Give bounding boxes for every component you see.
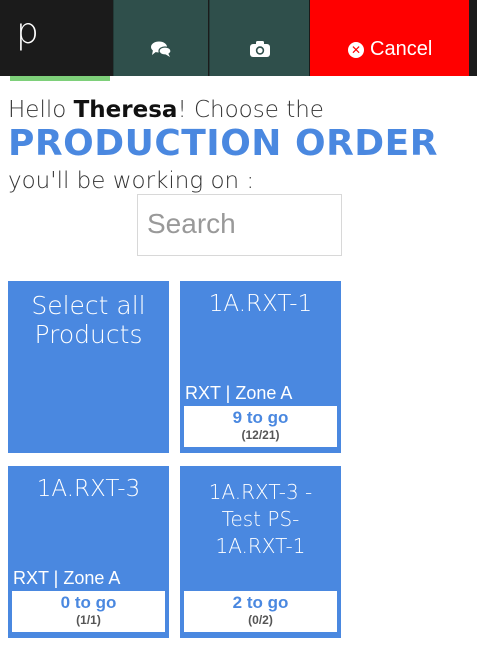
order-togo: 0 to go xyxy=(60,593,117,612)
order-status: 0 to go (1/1) xyxy=(12,591,165,632)
order-card[interactable]: 1A.RXT-3 - Test PS-1A.RXT-1 2 to go (0/2… xyxy=(180,466,341,638)
order-title: 1A.RXT-3 - Test PS-1A.RXT-1 xyxy=(208,480,313,558)
search-input[interactable]: Search xyxy=(137,194,342,256)
order-zone: RXT | Zone A xyxy=(185,383,293,403)
order-count: (1/1) xyxy=(76,613,101,627)
progress-accent xyxy=(10,76,110,81)
order-togo: 2 to go xyxy=(232,593,289,612)
order-card[interactable]: 1A.RXT-1 RXT | Zone A 9 to go (12/21) xyxy=(180,281,341,453)
production-order-heading: PRODUCTION ORDER xyxy=(8,123,438,164)
order-card-select-all[interactable]: Select all Products xyxy=(8,281,169,453)
camera-button[interactable] xyxy=(209,0,309,76)
order-card[interactable]: 1A.RXT-3 RXT | Zone A 0 to go (1/1) xyxy=(8,466,169,638)
x-circle-icon: ✕ xyxy=(348,41,364,58)
order-title: 1A.RXT-3 xyxy=(36,476,141,502)
user-name: Theresa xyxy=(73,97,178,123)
intro-text: Hello Theresa! Choose the PRODUCTION ORD… xyxy=(8,94,473,198)
order-title: Select all Products xyxy=(31,291,146,349)
order-status: 9 to go (12/21) xyxy=(184,406,337,447)
prompt-text: ! Choose the xyxy=(177,97,324,123)
order-count: (12/21) xyxy=(241,428,280,442)
prompt-suffix: you'll be working on : xyxy=(8,168,255,194)
cancel-label: Cancel xyxy=(370,38,433,60)
order-count: (0/2) xyxy=(248,613,273,627)
greeting: Hello xyxy=(8,97,74,123)
cancel-button[interactable]: ✕ Cancel xyxy=(310,0,469,76)
order-zone: RXT | Zone A xyxy=(13,568,121,588)
top-bar-edge xyxy=(469,0,477,76)
chat-bubbles-icon xyxy=(150,40,172,62)
app-logo: p xyxy=(0,0,112,76)
chat-button[interactable] xyxy=(113,0,208,76)
order-status: 2 to go (0/2) xyxy=(184,591,337,632)
order-title: 1A.RXT-1 xyxy=(208,291,313,317)
camera-icon xyxy=(249,40,271,62)
order-togo: 9 to go xyxy=(232,408,289,427)
